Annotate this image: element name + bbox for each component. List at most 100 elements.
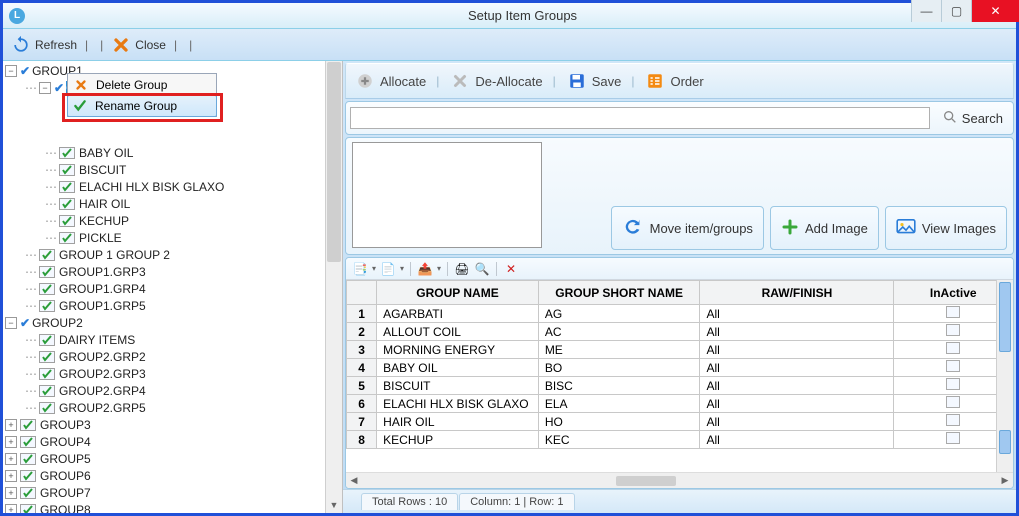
tree-node[interactable]: GROUP2: [32, 316, 83, 330]
row-header[interactable]: 5: [347, 377, 377, 395]
context-rename-group[interactable]: Rename Group: [67, 95, 217, 117]
tree-node[interactable]: HAIR OIL: [79, 197, 130, 211]
scroll-right-icon[interactable]: ▶: [997, 473, 1013, 489]
cell-inactive[interactable]: [894, 413, 1013, 431]
cell-short[interactable]: ME: [538, 341, 700, 359]
grid-delete-icon[interactable]: ✕: [503, 261, 519, 277]
tree-node[interactable]: ELACHI HLX BISK GLAXO: [79, 180, 224, 194]
cell-rawfinish[interactable]: All: [700, 377, 894, 395]
cell-inactive[interactable]: [894, 359, 1013, 377]
tree-node[interactable]: BISCUIT: [79, 163, 126, 177]
grid-export-icon[interactable]: 📤: [417, 261, 433, 277]
cell-rawfinish[interactable]: All: [700, 341, 894, 359]
cell-name[interactable]: MORNING ENERGY: [377, 341, 539, 359]
grid-tool-icon[interactable]: 📑: [352, 261, 368, 277]
expander-icon[interactable]: +: [5, 470, 17, 482]
move-item-button[interactable]: Move item/groups: [611, 206, 764, 250]
data-grid[interactable]: GROUP NAME GROUP SHORT NAME RAW/FINISH I…: [346, 280, 1013, 449]
tree-node[interactable]: GROUP2.GRP4: [59, 384, 146, 398]
tree-node[interactable]: GROUP3: [40, 418, 91, 432]
column-header[interactable]: GROUP SHORT NAME: [538, 281, 700, 305]
column-header[interactable]: GROUP NAME: [377, 281, 539, 305]
cell-short[interactable]: KEC: [538, 431, 700, 449]
row-header[interactable]: 1: [347, 305, 377, 323]
checkbox-icon[interactable]: [946, 396, 960, 408]
cell-name[interactable]: HAIR OIL: [377, 413, 539, 431]
row-header[interactable]: 4: [347, 359, 377, 377]
cell-rawfinish[interactable]: All: [700, 395, 894, 413]
checkbox-icon[interactable]: [946, 342, 960, 354]
row-header[interactable]: 2: [347, 323, 377, 341]
tree-node[interactable]: GROUP1.GRP5: [59, 299, 146, 313]
table-row[interactable]: 7HAIR OILHOAll: [347, 413, 1013, 431]
column-header[interactable]: RAW/FINISH: [700, 281, 894, 305]
checkbox-icon[interactable]: [946, 324, 960, 336]
cell-short[interactable]: BO: [538, 359, 700, 377]
search-input[interactable]: [350, 107, 930, 129]
row-header[interactable]: 6: [347, 395, 377, 413]
order-button[interactable]: Order: [644, 70, 703, 92]
scroll-thumb[interactable]: [616, 476, 676, 486]
table-row[interactable]: 1AGARBATIAGAll: [347, 305, 1013, 323]
tree-node[interactable]: KECHUP: [79, 214, 129, 228]
deallocate-button[interactable]: De-Allocate: [449, 70, 542, 92]
window-close-button[interactable]: ✕: [971, 0, 1019, 22]
allocate-button[interactable]: Allocate: [354, 70, 426, 92]
minimize-button[interactable]: —: [911, 0, 941, 22]
refresh-button[interactable]: Refresh: [11, 35, 77, 55]
tree-node[interactable]: GROUP 1 GROUP 2: [59, 248, 170, 262]
table-row[interactable]: 5BISCUITBISCAll: [347, 377, 1013, 395]
cell-rawfinish[interactable]: All: [700, 323, 894, 341]
tree-node[interactable]: GROUP2.GRP3: [59, 367, 146, 381]
cell-name[interactable]: KECHUP: [377, 431, 539, 449]
expander-icon[interactable]: −: [39, 82, 51, 94]
tree-node[interactable]: GROUP7: [40, 486, 91, 500]
cell-short[interactable]: HO: [538, 413, 700, 431]
tree-node[interactable]: GROUP2.GRP5: [59, 401, 146, 415]
scroll-thumb[interactable]: [999, 282, 1011, 352]
scroll-thumb[interactable]: [327, 62, 341, 262]
expander-icon[interactable]: +: [5, 419, 17, 431]
checkbox-icon[interactable]: [946, 378, 960, 390]
grid-vertical-scrollbar[interactable]: [996, 280, 1013, 472]
cell-inactive[interactable]: [894, 431, 1013, 449]
cell-name[interactable]: ELACHI HLX BISK GLAXO: [377, 395, 539, 413]
checkbox-icon[interactable]: [946, 414, 960, 426]
cell-rawfinish[interactable]: All: [700, 359, 894, 377]
tree-node[interactable]: GROUP4: [40, 435, 91, 449]
close-button[interactable]: Close: [111, 35, 166, 55]
tree-node[interactable]: GROUP6: [40, 469, 91, 483]
tree-node[interactable]: GROUP8: [40, 503, 91, 513]
column-header[interactable]: InActive: [894, 281, 1013, 305]
checkbox-icon[interactable]: [946, 306, 960, 318]
checkbox-icon[interactable]: [946, 432, 960, 444]
table-row[interactable]: 8KECHUPKECAll: [347, 431, 1013, 449]
cell-inactive[interactable]: [894, 377, 1013, 395]
grid-tool-icon[interactable]: 📄: [380, 261, 396, 277]
scroll-thumb[interactable]: [999, 430, 1011, 454]
cell-short[interactable]: AC: [538, 323, 700, 341]
scroll-left-icon[interactable]: ◀: [346, 473, 362, 489]
tree-node[interactable]: GROUP5: [40, 452, 91, 466]
row-header[interactable]: 7: [347, 413, 377, 431]
expander-icon[interactable]: +: [5, 453, 17, 465]
expander-icon[interactable]: −: [5, 65, 17, 77]
checkbox-icon[interactable]: [946, 360, 960, 372]
cell-rawfinish[interactable]: All: [700, 305, 894, 323]
row-header[interactable]: 8: [347, 431, 377, 449]
cell-rawfinish[interactable]: All: [700, 431, 894, 449]
cell-name[interactable]: ALLOUT COIL: [377, 323, 539, 341]
group-tree[interactable]: −✔GROUP1 ⋯−✔GENERAL ITEMS ⋯BABY OIL⋯BISC…: [3, 61, 342, 513]
save-button[interactable]: Save: [566, 70, 622, 92]
table-row[interactable]: 6ELACHI HLX BISK GLAXOELAAll: [347, 395, 1013, 413]
table-row[interactable]: 4BABY OILBOAll: [347, 359, 1013, 377]
tree-node[interactable]: GROUP1.GRP4: [59, 282, 146, 296]
expander-icon[interactable]: +: [5, 487, 17, 499]
tree-node[interactable]: DAIRY ITEMS: [59, 333, 135, 347]
table-row[interactable]: 3MORNING ENERGYMEAll: [347, 341, 1013, 359]
tree-node[interactable]: PICKLE: [79, 231, 122, 245]
expander-icon[interactable]: −: [5, 317, 17, 329]
tree-node[interactable]: GROUP2.GRP2: [59, 350, 146, 364]
maximize-button[interactable]: ▢: [941, 0, 971, 22]
grid-print-icon[interactable]: 🖨: [454, 261, 470, 277]
